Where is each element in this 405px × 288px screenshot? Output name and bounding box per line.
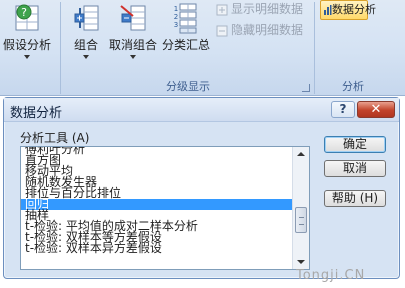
what-if-analysis-button[interactable]: ? 假设分析 [0,2,54,59]
question-icon: ? [339,102,347,116]
help-button[interactable]: 帮助 (H) [324,190,386,207]
close-button[interactable]: ✕ [357,101,395,118]
svg-text:?: ? [21,6,27,19]
list-item-selected[interactable]: 回归 [21,198,292,210]
scroll-thumb[interactable] [295,207,307,233]
analysis-group: 分析 [316,0,405,96]
list-scrollbar[interactable] [292,147,309,269]
dialog-titlebar[interactable]: 数据分析 ? ✕ [4,98,399,122]
dialog-launcher-icon[interactable] [302,84,310,92]
analysis-group-label: 分析 [342,80,364,93]
list-item[interactable]: t-检验: 双样本异方差假设 [21,242,292,254]
close-icon: ✕ [370,102,382,117]
ribbon: ? 假设分析 组合 取消组合 1 2 3 分类汇总 显示明细数据 隐藏明细数据 … [0,0,405,96]
analysis-tools-label: 分析工具 (A) [20,131,90,145]
ok-button[interactable]: 确定 [324,136,386,153]
data-analysis-dialog: 数据分析 ? ✕ 分析工具 (A) 傅利叶分析 直方图 移动平均 随机数发生器 … [3,97,400,279]
dialog-title: 数据分析 [10,106,63,121]
title-help-button[interactable]: ? [331,101,355,118]
outline-group: 分级显示 [62,0,314,96]
analysis-tools-list[interactable]: 傅利叶分析 直方图 移动平均 随机数发生器 排位与百分比排位 回归 抽样 t-检… [20,146,310,270]
group-divider [314,2,315,94]
chevron-down-icon [24,55,30,59]
outline-group-label: 分级显示 [166,80,210,93]
scroll-up-icon[interactable] [297,152,305,156]
what-if-icon: ? [15,4,39,31]
scroll-down-icon[interactable] [297,260,305,264]
list-item[interactable]: 傅利叶分析 [21,147,292,155]
group-divider [60,2,61,94]
list-item[interactable]: 排位与百分比排位 [21,187,292,199]
cancel-button[interactable]: 取消 [324,160,386,177]
watermark: Tongji.CN [296,268,366,283]
list-items: 傅利叶分析 直方图 移动平均 随机数发生器 排位与百分比排位 回归 抽样 t-检… [21,147,292,254]
